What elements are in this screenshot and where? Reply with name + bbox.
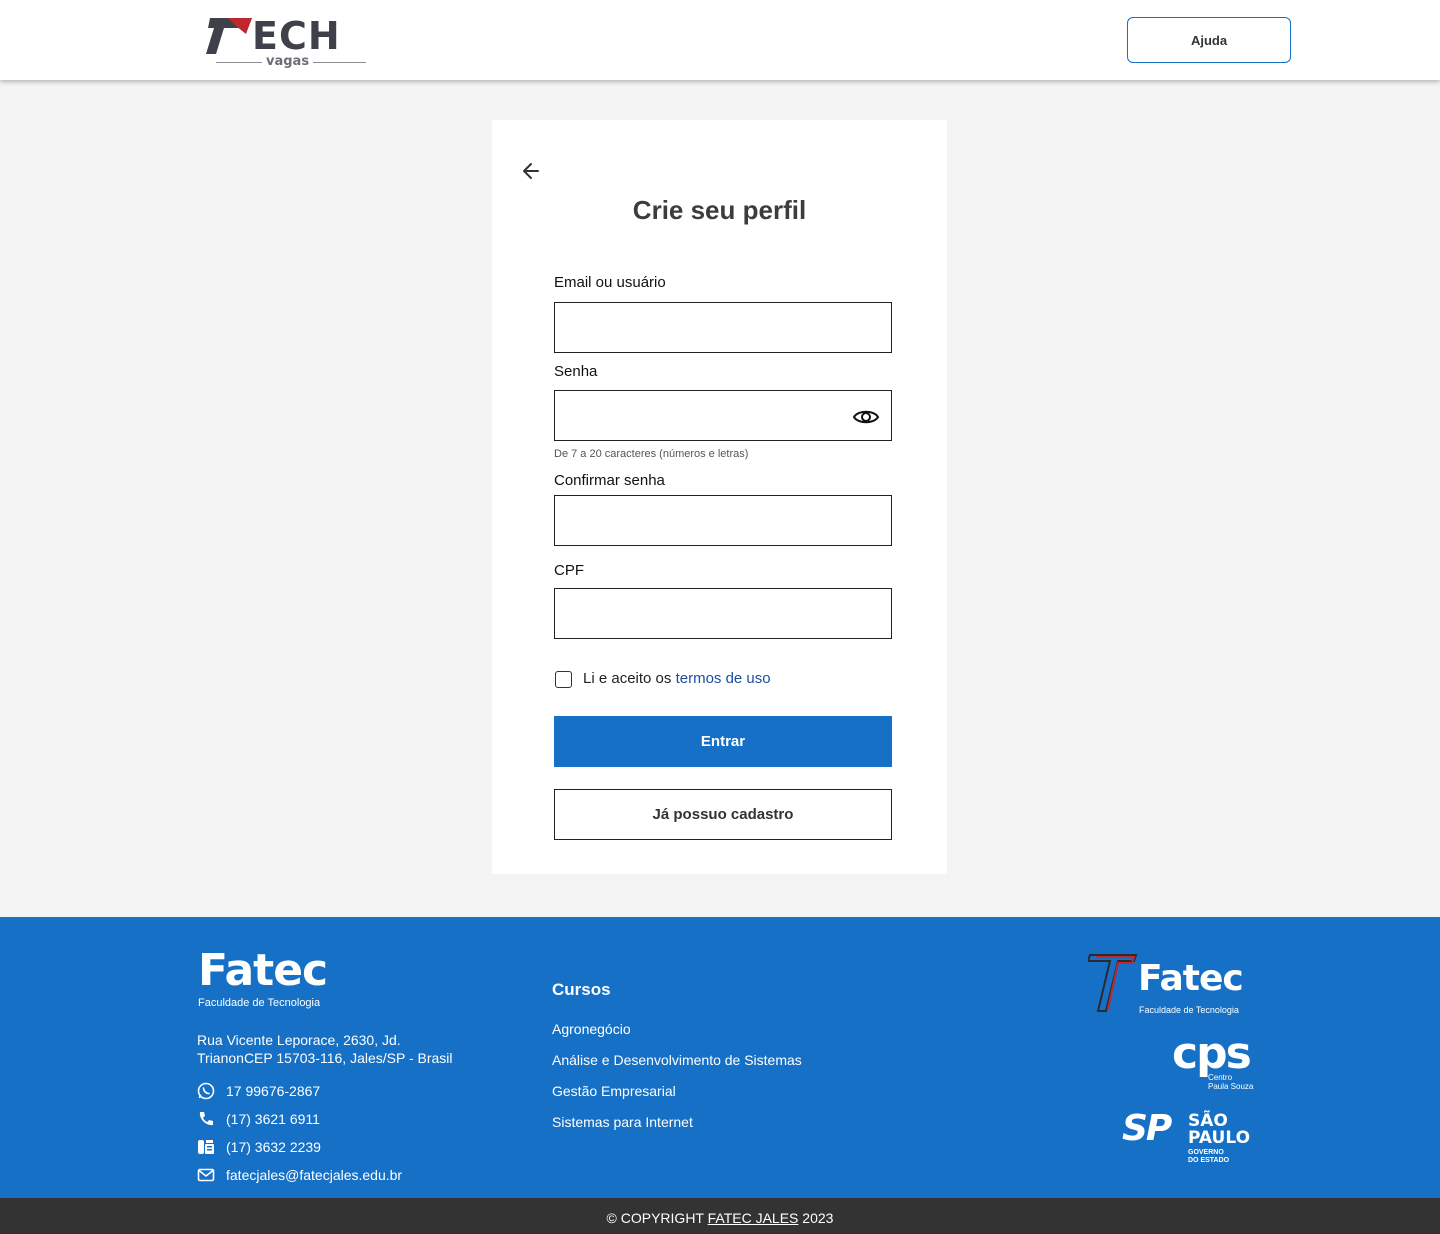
contact-whatsapp[interactable]: 17 99676-2867 bbox=[197, 1082, 320, 1100]
fatec-logo: Fatec Faculdade de Tecnologia bbox=[198, 945, 328, 1010]
course-link[interactable]: Análise e Desenvolvimento de Sistemas bbox=[552, 1052, 802, 1068]
fatec-t-mark-icon bbox=[1088, 954, 1138, 1012]
contact-text: (17) 3632 2239 bbox=[226, 1139, 321, 1155]
centro-paula-souza-logo: cps Centro Paula Souza bbox=[1172, 1029, 1256, 1093]
sp-gov-line-2: DO ESTADO bbox=[1188, 1157, 1230, 1164]
confirm-password-field[interactable] bbox=[554, 495, 892, 546]
terms-prefix: Li e aceito os bbox=[583, 670, 672, 687]
address-line-1: Rua Vicente Leporace, 2630, Jd. bbox=[197, 1032, 401, 1048]
address: Rua Vicente Leporace, 2630, Jd. TrianonC… bbox=[197, 1031, 453, 1067]
courses-heading: Cursos bbox=[552, 980, 611, 999]
sp-name-line-2: PAULO bbox=[1188, 1128, 1251, 1148]
course-link[interactable]: Sistemas para Internet bbox=[552, 1114, 693, 1130]
copyright-year: 2023 bbox=[802, 1210, 834, 1226]
top-header: ECH vagas Ajuda bbox=[0, 0, 1440, 80]
show-password-eye-icon[interactable] bbox=[850, 404, 882, 430]
cps-sub-line-1: Centro bbox=[1208, 1073, 1233, 1082]
tech-logo-t-mark bbox=[206, 18, 252, 54]
terms-of-use-link[interactable]: termos de uso bbox=[676, 670, 771, 687]
password-field[interactable] bbox=[554, 390, 892, 441]
cpf-label: CPF bbox=[554, 562, 584, 579]
contact-text: fatecjales@fatecjales.edu.br bbox=[226, 1167, 403, 1183]
fatec-logo-subtext: Faculdade de Tecnologia bbox=[198, 997, 321, 1009]
password-label: Senha bbox=[554, 363, 598, 380]
phone-icon bbox=[197, 1110, 215, 1128]
submit-button[interactable]: Entrar bbox=[554, 716, 892, 767]
fatec-logo-text: Fatec bbox=[198, 945, 328, 996]
logo-subtext: vagas bbox=[262, 54, 314, 70]
contact-text: (17) 3621 6911 bbox=[226, 1111, 320, 1127]
back-arrow-icon[interactable] bbox=[516, 156, 546, 186]
address-line-2: TrianonCEP 15703-116, Jales/SP - Brasil bbox=[197, 1050, 453, 1066]
signup-card: Crie seu perfil Email ou usuário Senha D… bbox=[492, 120, 947, 874]
sp-gov-line-1: GOVERNO bbox=[1188, 1149, 1224, 1156]
terms-checkbox[interactable] bbox=[555, 671, 572, 688]
sao-paulo-government-logo: SP SÃO PAULO GOVERNO DO ESTADO bbox=[1122, 1108, 1252, 1165]
course-link[interactable]: Gestão Empresarial bbox=[552, 1083, 676, 1099]
sp-mark: SP bbox=[1122, 1108, 1172, 1149]
cps-logo-text: cps bbox=[1172, 1028, 1252, 1079]
contact-phone[interactable]: (17) 3621 6911 bbox=[197, 1110, 320, 1128]
already-registered-button[interactable]: Já possuo cadastro bbox=[554, 789, 892, 840]
course-link[interactable]: Agronegócio bbox=[552, 1021, 631, 1037]
mail-icon bbox=[197, 1166, 215, 1184]
password-hint: De 7 a 20 caracteres (números e letras) bbox=[554, 448, 749, 460]
copyright-bar: © COPYRIGHT FATEC JALES 2023 bbox=[0, 1198, 1440, 1234]
fatec-partner-subtext: Faculdade de Tecnologia bbox=[1139, 1005, 1239, 1015]
logo-text: ECH bbox=[252, 14, 341, 58]
sp-government-text: GOVERNO DO ESTADO bbox=[1188, 1149, 1229, 1165]
email-label: Email ou usuário bbox=[554, 274, 666, 291]
email-field[interactable] bbox=[554, 302, 892, 353]
contact-text: 17 99676-2867 bbox=[226, 1083, 321, 1099]
fatec-partner-logo: Fatec Faculdade de Tecnologia bbox=[1088, 953, 1258, 1017]
copyright-prefix: © COPYRIGHT bbox=[606, 1210, 704, 1226]
fax-icon bbox=[197, 1138, 215, 1156]
contact-fax[interactable]: (17) 3632 2239 bbox=[197, 1138, 321, 1156]
footer: Fatec Faculdade de Tecnologia Rua Vicent… bbox=[0, 917, 1440, 1198]
page-title: Crie seu perfil bbox=[632, 195, 807, 225]
confirm-password-label: Confirmar senha bbox=[554, 472, 665, 489]
sp-name: SÃO PAULO bbox=[1188, 1113, 1250, 1147]
cps-sub-line-2: Paula Souza bbox=[1208, 1082, 1254, 1091]
cpf-field[interactable] bbox=[554, 588, 892, 639]
terms-text: Li e aceito os termos de uso bbox=[583, 670, 771, 687]
copyright-link[interactable]: FATEC JALES bbox=[708, 1210, 799, 1226]
whatsapp-icon bbox=[197, 1082, 215, 1100]
cps-logo-subtext: Centro Paula Souza bbox=[1208, 1073, 1253, 1091]
fatec-partner-text: Fatec bbox=[1138, 958, 1244, 999]
contact-email[interactable]: fatecjales@fatecjales.edu.br bbox=[197, 1166, 402, 1184]
help-button[interactable]: Ajuda bbox=[1127, 17, 1291, 63]
tech-vagas-logo[interactable]: ECH vagas bbox=[206, 14, 370, 72]
